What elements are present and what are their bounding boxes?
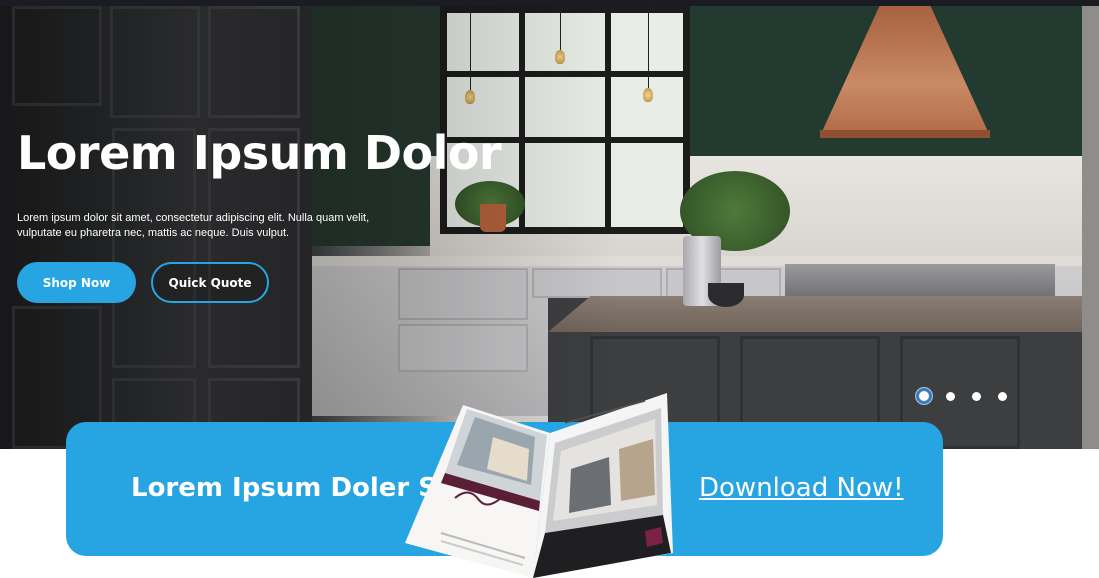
hero-slider: Lorem Ipsum Dolor Lorem ipsum dolor sit … xyxy=(0,6,1082,449)
shop-now-button[interactable]: Shop Now xyxy=(17,262,136,303)
slide-dot-1[interactable] xyxy=(916,388,932,404)
scroll-edge xyxy=(1082,6,1099,449)
hero-description: Lorem ipsum dolor sit amet, consectetur … xyxy=(17,212,370,239)
slider-pagination xyxy=(914,385,1024,407)
slide-dot-2[interactable] xyxy=(946,391,955,401)
slide-dot-4[interactable] xyxy=(998,391,1007,401)
quick-quote-button[interactable]: Quick Quote xyxy=(151,262,269,303)
download-now-link[interactable]: Download Now! xyxy=(699,473,904,503)
hero-title: Lorem Ipsum Dolor xyxy=(17,126,502,180)
brochure-image xyxy=(405,393,673,578)
slide-dot-3[interactable] xyxy=(972,391,981,401)
